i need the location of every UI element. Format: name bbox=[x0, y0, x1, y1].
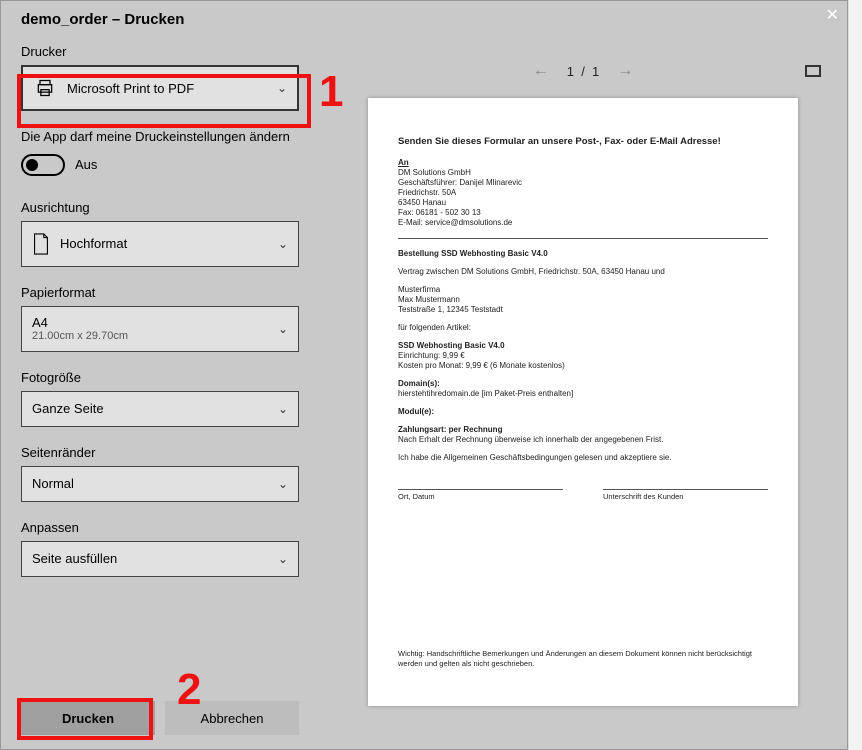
doc-sig-right: Unterschrift des Kunden bbox=[603, 489, 768, 501]
doc-company: DM Solutions GmbH bbox=[398, 168, 768, 178]
paper-select[interactable]: A4 21.00cm x 29.70cm ⌄ bbox=[21, 306, 299, 352]
doc-accept: Ich habe die Allgemeinen Geschäftsbeding… bbox=[398, 453, 768, 463]
cancel-button[interactable]: Abbrechen bbox=[165, 701, 299, 735]
doc-sig-left: Ort, Datum bbox=[398, 489, 563, 501]
fit-select[interactable]: Seite ausfüllen ⌄ bbox=[21, 541, 299, 577]
doc-art-monthly: Kosten pro Monat: 9,99 € (6 Monate koste… bbox=[398, 361, 768, 371]
chevron-down-icon: ⌄ bbox=[278, 322, 288, 336]
paper-dimensions: 21.00cm x 29.70cm bbox=[32, 330, 128, 342]
next-page-icon[interactable]: → bbox=[617, 62, 633, 80]
doc-cust2: Max Mustermann bbox=[398, 295, 768, 305]
doc-street: Friedrichstr. 50A bbox=[398, 188, 768, 198]
doc-cust1: Musterfirma bbox=[398, 285, 768, 295]
doc-pay-h: Zahlungsart: per Rechnung bbox=[398, 425, 768, 435]
doc-cust3: Teststraße 1, 12345 Teststadt bbox=[398, 305, 768, 315]
printer-selected: Microsoft Print to PDF bbox=[67, 81, 194, 96]
print-dialog: ✕ demo_order – Drucken Drucker Microsoft… bbox=[0, 0, 848, 750]
doc-manager: Geschäftsführer: Danijel Mlinarevic bbox=[398, 178, 768, 188]
orientation-label: Ausrichtung bbox=[21, 200, 299, 215]
doc-email: E-Mail: service@dmsolutions.de bbox=[398, 218, 768, 228]
doc-note: Wichtig: Handschriftliche Bemerkungen un… bbox=[398, 649, 768, 668]
orientation-select[interactable]: Hochformat ⌄ bbox=[21, 221, 299, 267]
paper-label: Papierformat bbox=[21, 285, 299, 300]
toggle-knob bbox=[26, 159, 38, 171]
page-navigator: ← 1 / 1 → bbox=[339, 44, 827, 98]
doc-contract-between: Vertrag zwischen DM Solutions GmbH, Frie… bbox=[398, 267, 768, 277]
doc-for-articles: für folgenden Artikel: bbox=[398, 323, 768, 333]
paper-selected: A4 bbox=[32, 315, 48, 330]
doc-headline: Senden Sie dieses Formular an unsere Pos… bbox=[398, 136, 768, 148]
doc-modules-h: Modul(e): bbox=[398, 407, 768, 417]
doc-domains-h: Domain(s): bbox=[398, 379, 768, 389]
photo-size-select[interactable]: Ganze Seite ⌄ bbox=[21, 391, 299, 427]
settings-panel: Drucker Microsoft Print to PDF ⌄ Die App… bbox=[1, 44, 319, 749]
printer-icon bbox=[35, 78, 55, 98]
chevron-down-icon: ⌄ bbox=[277, 81, 287, 95]
page-preview: Senden Sie dieses Formular an unsere Pos… bbox=[368, 98, 798, 706]
permission-toggle[interactable] bbox=[21, 154, 65, 176]
close-icon[interactable]: ✕ bbox=[826, 5, 839, 25]
fit-selected: Seite ausfüllen bbox=[32, 551, 117, 566]
margins-select[interactable]: Normal ⌄ bbox=[21, 466, 299, 502]
printer-label: Drucker bbox=[21, 44, 299, 59]
chevron-down-icon: ⌄ bbox=[278, 237, 288, 251]
page-total: 1 bbox=[592, 64, 599, 79]
preview-panel: ← 1 / 1 → Senden Sie dieses Formular an … bbox=[319, 44, 847, 749]
doc-order-title: Bestellung SSD Webhosting Basic V4.0 bbox=[398, 249, 768, 259]
doc-pay-t: Nach Erhalt der Rechnung überweise ich i… bbox=[398, 435, 768, 445]
print-button[interactable]: Drucken bbox=[21, 701, 155, 735]
fullscreen-icon[interactable] bbox=[805, 65, 821, 77]
page-current: 1 bbox=[567, 64, 574, 79]
doc-fax: Fax: 06181 - 502 30 13 bbox=[398, 208, 768, 218]
doc-art-name: SSD Webhosting Basic V4.0 bbox=[398, 341, 768, 351]
margins-label: Seitenränder bbox=[21, 445, 299, 460]
prev-page-icon[interactable]: ← bbox=[533, 62, 549, 80]
page-sep: / bbox=[581, 64, 585, 79]
doc-art-setup: Einrichtung: 9,99 € bbox=[398, 351, 768, 361]
chevron-down-icon: ⌄ bbox=[278, 402, 288, 416]
doc-domains-v: hierstehtihredomain.de [im Paket-Preis e… bbox=[398, 389, 768, 399]
photo-size-selected: Ganze Seite bbox=[32, 401, 104, 416]
window-title: demo_order – Drucken bbox=[1, 1, 847, 44]
chevron-down-icon: ⌄ bbox=[278, 477, 288, 491]
doc-an-label: An bbox=[398, 158, 409, 167]
permission-state: Aus bbox=[75, 157, 97, 172]
fit-label: Anpassen bbox=[21, 520, 299, 535]
margins-selected: Normal bbox=[32, 476, 74, 491]
page-portrait-icon bbox=[32, 233, 50, 255]
permission-text: Die App darf meine Druckeinstellungen än… bbox=[21, 129, 299, 146]
page-indicator: 1 / 1 bbox=[567, 64, 600, 79]
orientation-selected: Hochformat bbox=[60, 236, 127, 251]
printer-select[interactable]: Microsoft Print to PDF ⌄ bbox=[21, 65, 299, 111]
chevron-down-icon: ⌄ bbox=[278, 552, 288, 566]
photo-size-label: Fotogröße bbox=[21, 370, 299, 385]
background-window-edge bbox=[848, 0, 862, 750]
doc-city: 63450 Hanau bbox=[398, 198, 768, 208]
